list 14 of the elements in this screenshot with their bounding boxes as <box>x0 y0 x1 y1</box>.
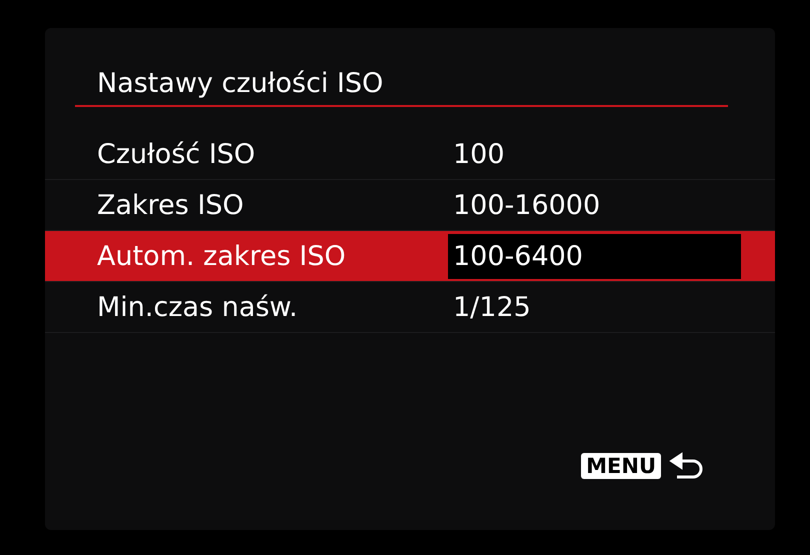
setting-value: 100-6400 <box>448 234 741 278</box>
menu-row[interactable]: Autom. zakres ISO 100-6400 <box>45 231 775 282</box>
menu-row[interactable]: Czułość ISO 100 <box>45 129 775 180</box>
setting-label: Autom. zakres ISO <box>97 240 347 272</box>
menu-title: Nastawy czułości ISO <box>75 68 728 107</box>
setting-value: 100-16000 <box>453 188 602 222</box>
menu-row[interactable]: Min.czas naśw. 1/125 <box>45 282 775 333</box>
setting-label: Czułość ISO <box>97 138 256 170</box>
setting-label: Min.czas naśw. <box>97 292 299 322</box>
setting-label: Zakres ISO <box>97 190 245 220</box>
menu-button[interactable]: MENU <box>581 453 661 479</box>
return-arrow-icon[interactable] <box>669 452 703 480</box>
setting-value: 100 <box>453 138 506 172</box>
setting-value: 1/125 <box>453 290 532 324</box>
